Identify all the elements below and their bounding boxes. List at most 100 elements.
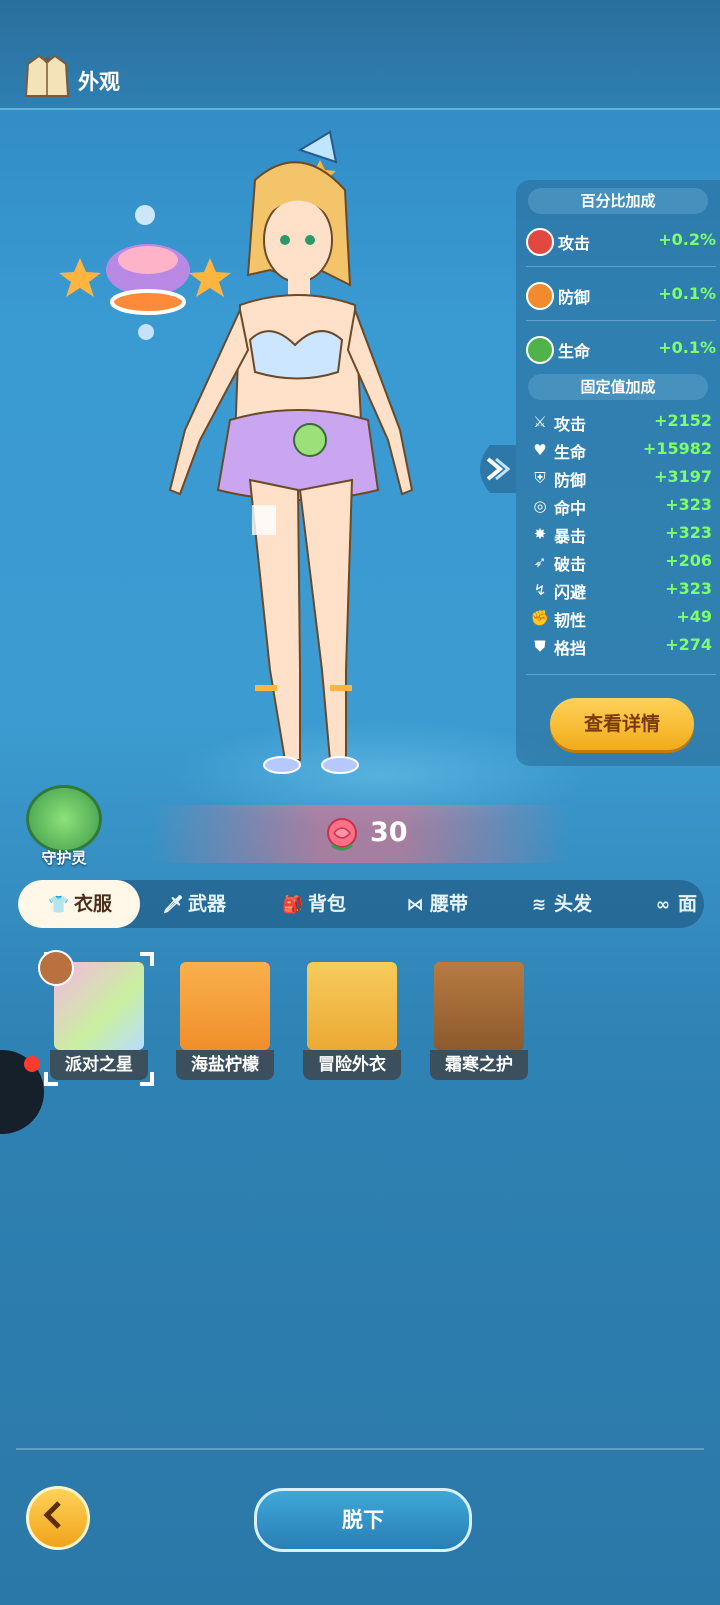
stat-value: +0.2% [658, 230, 716, 249]
divider [526, 266, 716, 267]
shield-icon [526, 282, 554, 310]
fixed-stat-row: ⛊ 格挡 +274 [530, 634, 716, 658]
outfit-label: 派对之星 [50, 1050, 148, 1080]
fixed-stat-row: ↯ 闪避 +323 [530, 578, 716, 602]
guardian-icon [26, 785, 102, 853]
tab-backpack[interactable]: 🎒 背包 [280, 880, 346, 928]
weapon-icon: 🗡 [162, 895, 184, 915]
stat-value: +0.1% [658, 284, 716, 303]
sword-icon [526, 228, 554, 256]
break-icon: ➶ [533, 553, 547, 571]
target-icon: ◎ [533, 497, 547, 515]
percent-stat-row: 攻击 +0.2% [526, 226, 716, 256]
charm-score: 30 [150, 805, 570, 863]
shirt-icon: 👕 [48, 895, 70, 915]
outfit-thumbnail [307, 962, 397, 1050]
stat-label: 生命 [554, 443, 587, 462]
stat-value: +2152 [654, 411, 712, 430]
shield-icon: ⛨ [534, 469, 546, 487]
stat-value: +15982 [642, 439, 712, 458]
tab-label: 腰带 [430, 893, 469, 915]
divider [526, 320, 716, 321]
equipped-badge-icon [38, 950, 74, 986]
outfit-item[interactable]: 冒险外衣 [303, 958, 401, 1080]
back-button[interactable] [26, 1486, 90, 1550]
character-model [168, 130, 414, 774]
heart-icon [526, 336, 554, 364]
stat-label: 攻击 [554, 415, 587, 434]
stat-label: 攻击 [558, 234, 591, 253]
stat-label: 破击 [554, 555, 587, 574]
stat-label: 韧性 [554, 611, 587, 630]
stat-value: +3197 [654, 467, 712, 486]
fixed-stat-row: ✸ 暴击 +323 [530, 522, 716, 546]
tab-label: 武器 [188, 893, 227, 915]
take-off-button[interactable]: 脱下 [254, 1488, 472, 1552]
stats-panel: 百分比加成 攻击 +0.2% 防御 +0.1% 生命 +0.1% 固定值加成 ⚔… [516, 180, 720, 766]
fixed-stat-row: ⚔ 攻击 +2152 [530, 410, 716, 434]
outfit-label: 霜寒之护 [430, 1050, 528, 1080]
fixed-stat-row: ➶ 破击 +206 [530, 550, 716, 574]
tab-clothes[interactable]: 👕 衣服 [18, 880, 140, 928]
outfit-item[interactable]: 霜寒之护 [430, 958, 528, 1080]
fixed-stat-row: ⛨ 防御 +3197 [530, 466, 716, 490]
coat-icon [24, 54, 70, 97]
fixed-stat-row: ◎ 命中 +323 [530, 494, 716, 518]
stat-label: 闪避 [554, 583, 587, 602]
page-title: 外观 [78, 70, 120, 94]
floating-assistant-button[interactable] [0, 1050, 44, 1134]
tab-belt[interactable]: ⋈ 腰带 [402, 880, 469, 928]
belt-icon: ⋈ [406, 895, 424, 915]
tab-label: 背包 [308, 893, 347, 915]
outfit-label: 海盐柠檬 [176, 1050, 274, 1080]
stat-label: 格挡 [554, 639, 587, 658]
view-details-button[interactable]: 查看详情 [550, 698, 694, 750]
tab-label: 面 [678, 893, 698, 915]
notification-dot [24, 1056, 40, 1072]
outfit-item[interactable]: 海盐柠檬 [176, 958, 274, 1080]
mask-icon: ∞ [655, 895, 671, 915]
stat-label: 防御 [554, 471, 587, 490]
category-tabs: 👕 衣服 🗡 武器 🎒 背包 ⋈ 腰带 ≋ 头发 ∞ 面 [18, 880, 704, 928]
stat-value: +323 [665, 495, 712, 514]
stat-value: +206 [665, 551, 712, 570]
fixed-bonus-title: 固定值加成 [528, 374, 708, 400]
tab-weapon[interactable]: 🗡 武器 [160, 880, 226, 928]
heart-icon: ♥ [533, 441, 547, 459]
guardian-label: 守护灵 [41, 849, 87, 867]
fixed-stat-row: ✊ 韧性 +49 [530, 606, 716, 630]
backpack-icon: 🎒 [282, 895, 304, 915]
tab-hair[interactable]: ≋ 头发 [526, 880, 592, 928]
stat-label: 命中 [554, 499, 587, 518]
header-bar: 外观 [0, 0, 720, 110]
percent-stat-row: 生命 +0.1% [526, 334, 716, 364]
pet-companion [59, 205, 231, 340]
dodge-icon: ↯ [533, 581, 547, 599]
stat-value: +274 [665, 635, 712, 654]
tab-label: 衣服 [73, 893, 112, 915]
outfit-label: 冒险外衣 [303, 1050, 401, 1080]
stat-label: 暴击 [554, 527, 587, 546]
tab-label: 头发 [554, 893, 593, 915]
sword-icon: ⚔ [533, 413, 547, 431]
muscle-icon: ✊ [530, 609, 550, 627]
panel-collapse-toggle[interactable] [470, 445, 516, 493]
stat-value: +323 [665, 579, 712, 598]
stat-label: 防御 [558, 288, 591, 307]
outfit-thumbnail [434, 962, 524, 1050]
divider [526, 674, 716, 675]
tab-face[interactable]: ∞ 面 [650, 880, 697, 928]
stat-value: +49 [676, 607, 712, 626]
crit-icon: ✸ [533, 525, 547, 543]
hair-icon: ≋ [531, 895, 547, 915]
percent-stat-row: 防御 +0.1% [526, 280, 716, 310]
outfit-thumbnail [180, 962, 270, 1050]
fixed-stat-row: ♥ 生命 +15982 [530, 438, 716, 462]
character-preview[interactable] [0, 110, 510, 810]
charm-score-value: 30 [370, 817, 408, 848]
stat-value: +323 [665, 523, 712, 542]
percent-bonus-title: 百分比加成 [528, 188, 708, 214]
divider [16, 1448, 704, 1450]
stat-value: +0.1% [658, 338, 716, 357]
guardian-spirit-button[interactable]: 守护灵 [26, 785, 102, 867]
